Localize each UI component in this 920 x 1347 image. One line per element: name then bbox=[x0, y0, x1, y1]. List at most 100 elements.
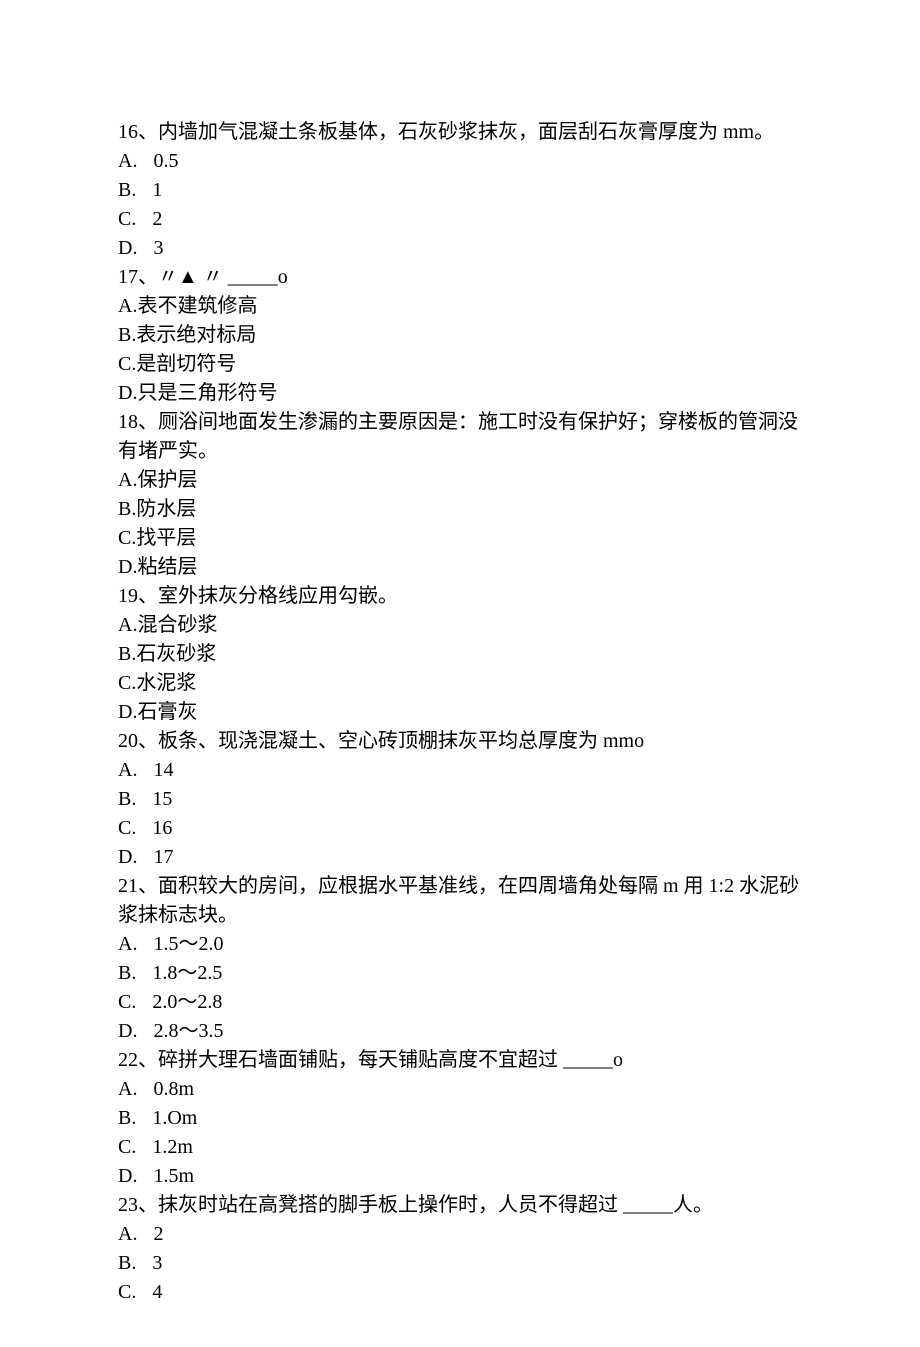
option-letter: A. bbox=[118, 1078, 137, 1100]
option-label: 找平层 bbox=[136, 527, 196, 549]
option-letter: C. bbox=[118, 353, 136, 375]
question-text: 17、〃▲ 〃 _____o bbox=[118, 263, 810, 292]
question-text: 23、抹灰时站在高凳搭的脚手板上操作时，人员不得超过 _____人。 bbox=[118, 1191, 810, 1220]
option: B.防水层 bbox=[118, 495, 810, 524]
option: D.粘结层 bbox=[118, 553, 810, 582]
option-label: 2 bbox=[152, 208, 162, 230]
option: D.只是三角形符号 bbox=[118, 379, 810, 408]
option: C. 16 bbox=[118, 814, 810, 843]
option-letter: C. bbox=[118, 527, 136, 549]
option: D.石膏灰 bbox=[118, 698, 810, 727]
option: D. 17 bbox=[118, 843, 810, 872]
option-label: 防水层 bbox=[136, 498, 196, 520]
option-label: 15 bbox=[152, 788, 172, 810]
option: C.水泥浆 bbox=[118, 669, 810, 698]
option: B.3 bbox=[118, 1249, 810, 1278]
option-label: 1.Om bbox=[152, 1107, 197, 1129]
question-text: 21、面积较大的房间，应根据水平基准线，在四周墙角处每隔 m 用 1:2 水泥砂… bbox=[118, 872, 810, 930]
option: C.4 bbox=[118, 1278, 810, 1307]
option-letter: A. bbox=[118, 295, 137, 317]
option-letter: D. bbox=[118, 1020, 137, 1042]
question-number: 18、 bbox=[118, 411, 158, 433]
option-letter: D. bbox=[118, 556, 137, 578]
option-letter: A. bbox=[118, 469, 137, 491]
question: 18、厕浴间地面发生渗漏的主要原因是：施工时没有保护好；穿楼板的管洞没有堵严实。… bbox=[118, 408, 810, 582]
option: A. 2 bbox=[118, 1220, 810, 1249]
question-body: 室外抹灰分格线应用勾嵌。 bbox=[158, 585, 398, 607]
question-body: 抹灰时站在高凳搭的脚手板上操作时，人员不得超过 _____人。 bbox=[158, 1194, 713, 1216]
question: 19、室外抹灰分格线应用勾嵌。A.混合砂浆B.石灰砂浆C.水泥浆D.石膏灰 bbox=[118, 582, 810, 727]
option: C.找平层 bbox=[118, 524, 810, 553]
option: B.1.8～2.5 bbox=[118, 959, 810, 988]
option-letter: C. bbox=[118, 1136, 136, 1158]
option-label: 3 bbox=[153, 237, 163, 259]
option-letter: D. bbox=[118, 382, 137, 404]
question-number: 21、 bbox=[118, 875, 158, 897]
option-label: 是剖切符号 bbox=[136, 353, 236, 375]
option-letter: B. bbox=[118, 1252, 136, 1274]
option-letter: B. bbox=[118, 498, 136, 520]
question-text: 19、室外抹灰分格线应用勾嵌。 bbox=[118, 582, 810, 611]
option-label: 0.8m bbox=[153, 1078, 194, 1100]
question-number: 20、 bbox=[118, 730, 158, 752]
option: D.3 bbox=[118, 234, 810, 263]
option-letter: D. bbox=[118, 1165, 137, 1187]
question: 23、抹灰时站在高凳搭的脚手板上操作时，人员不得超过 _____人。 A. 2 B.3… bbox=[118, 1191, 810, 1307]
option-letter: A. bbox=[118, 1223, 137, 1245]
option-label: 16 bbox=[152, 817, 172, 839]
option-letter: B. bbox=[118, 324, 136, 346]
question-body: 厕浴间地面发生渗漏的主要原因是：施工时没有保护好；穿楼板的管洞没有堵严实。 bbox=[118, 411, 798, 462]
option-label: 1.2m bbox=[152, 1136, 193, 1158]
option: C. 2 bbox=[118, 205, 810, 234]
option: C. 1.2m bbox=[118, 1133, 810, 1162]
option-label: 只是三角形符号 bbox=[137, 382, 277, 404]
option: B.石灰砂浆 bbox=[118, 640, 810, 669]
option-letter: A. bbox=[118, 933, 137, 955]
question-number: 17、 bbox=[118, 266, 158, 288]
option: A.0.5 bbox=[118, 147, 810, 176]
option: A. 0.8m bbox=[118, 1075, 810, 1104]
option-label: 2.8～3.5 bbox=[153, 1020, 223, 1042]
option: A. 1.5～2.0 bbox=[118, 930, 810, 959]
question-body: 面积较大的房间，应根据水平基准线，在四周墙角处每隔 m 用 1:2 水泥砂浆抹标… bbox=[118, 875, 799, 926]
option-letter: A. bbox=[118, 614, 137, 636]
option: A.保护层 bbox=[118, 466, 810, 495]
option: C. 2.0～2.8 bbox=[118, 988, 810, 1017]
option-letter: A. bbox=[118, 759, 137, 781]
option: A.表不建筑修高 bbox=[118, 292, 810, 321]
question-body: 〃▲ 〃 _____o bbox=[158, 266, 288, 288]
option-letter: A. bbox=[118, 150, 137, 172]
option-letter: D. bbox=[118, 846, 137, 868]
option: A.混合砂浆 bbox=[118, 611, 810, 640]
option-letter: D. bbox=[118, 701, 137, 723]
option-letter: B. bbox=[118, 962, 136, 984]
option-label: 石膏灰 bbox=[137, 701, 197, 723]
option-letter: B. bbox=[118, 643, 136, 665]
question: 21、面积较大的房间，应根据水平基准线，在四周墙角处每隔 m 用 1:2 水泥砂… bbox=[118, 872, 810, 1046]
question-text: 16、内墙加气混凝土条板基体，石灰砂浆抹灰，面层刮石灰膏厚度为 mm。 bbox=[118, 118, 810, 147]
question-text: 18、厕浴间地面发生渗漏的主要原因是：施工时没有保护好；穿楼板的管洞没有堵严实。 bbox=[118, 408, 810, 466]
question: 20、板条、现浇混凝土、空心砖顶棚抹灰平均总厚度为 mmoA.14B.15C.1… bbox=[118, 727, 810, 872]
option-label: 14 bbox=[153, 759, 173, 781]
option: B.15 bbox=[118, 785, 810, 814]
option: D. 2.8～3.5 bbox=[118, 1017, 810, 1046]
option-letter: C. bbox=[118, 991, 136, 1013]
option-letter: C. bbox=[118, 208, 136, 230]
option-letter: C. bbox=[118, 672, 136, 694]
question: 17、〃▲ 〃 _____oA.表不建筑修高B.表示绝对标局C.是剖切符号D.只… bbox=[118, 263, 810, 408]
option: B.1 bbox=[118, 176, 810, 205]
option-letter: C. bbox=[118, 817, 136, 839]
option-label: 2.0～2.8 bbox=[152, 991, 222, 1013]
option-label: 2 bbox=[153, 1223, 163, 1245]
option: B.表示绝对标局 bbox=[118, 321, 810, 350]
option-label: 水泥浆 bbox=[136, 672, 196, 694]
option: D.1.5m bbox=[118, 1162, 810, 1191]
option-label: 1.5～2.0 bbox=[153, 933, 223, 955]
option-label: 石灰砂浆 bbox=[136, 643, 216, 665]
question-body: 内墙加气混凝土条板基体，石灰砂浆抹灰，面层刮石灰膏厚度为 mm。 bbox=[158, 121, 774, 143]
option-label: 表不建筑修高 bbox=[137, 295, 257, 317]
question-body: 碎拼大理石墙面铺贴，每天铺贴高度不宜超过 _____o bbox=[158, 1049, 623, 1071]
question: 16、内墙加气混凝土条板基体，石灰砂浆抹灰，面层刮石灰膏厚度为 mm。A.0.5… bbox=[118, 118, 810, 263]
option-label: 17 bbox=[153, 846, 173, 868]
option-letter: B. bbox=[118, 1107, 136, 1129]
